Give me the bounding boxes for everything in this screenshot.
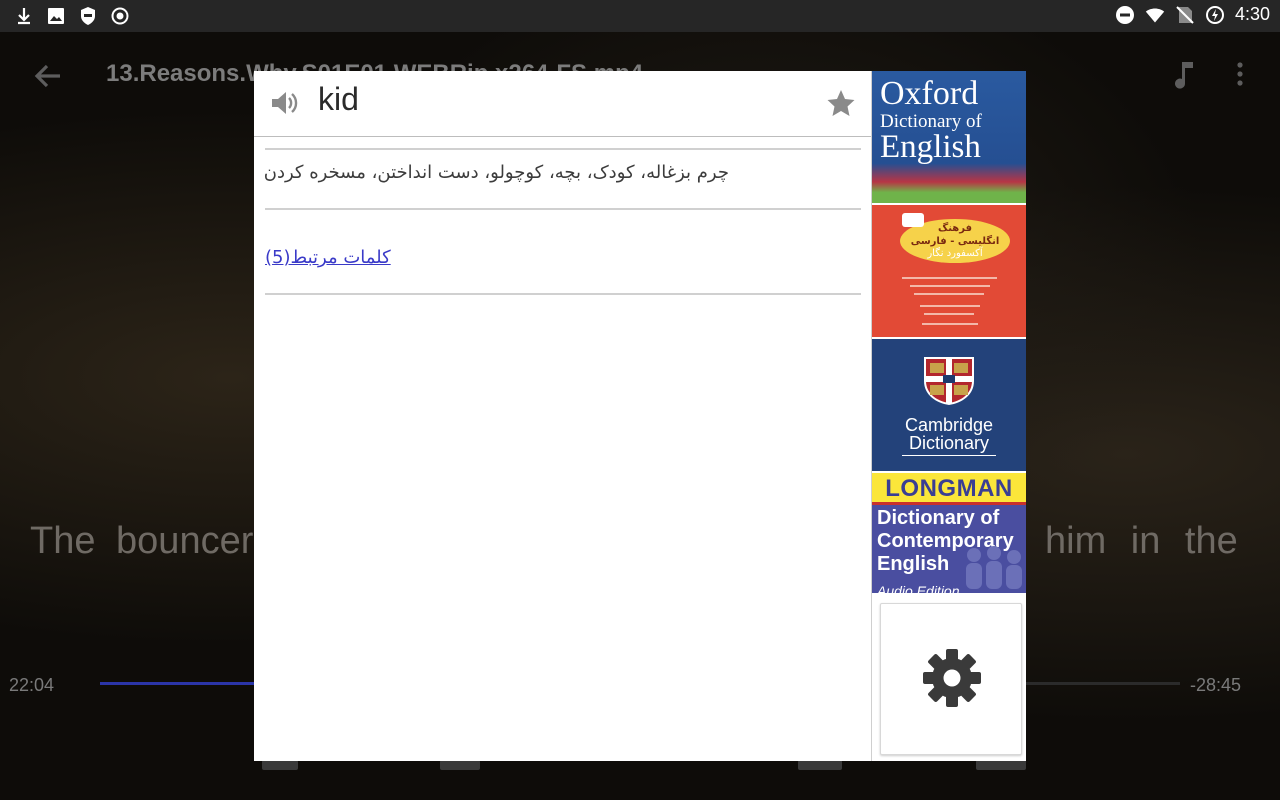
farsi-cover-line [920,305,980,307]
longman-banner: LONGMAN [872,473,1026,505]
related-words-link[interactable]: کلمات مرتبط(5) [265,247,391,268]
circle-record-icon [110,6,130,26]
player-control[interactable] [976,760,1026,770]
dictionary-list: Oxford Dictionary of English فرهنگ انگلی… [872,71,1026,761]
gear-icon [922,648,982,708]
player-control[interactable] [440,760,480,770]
longman-dictionary-button[interactable]: LONGMAN Dictionary of Contemporary Engli… [872,473,1026,593]
oxford-title-line3: English [880,129,981,165]
farsi-cover-line [922,323,978,325]
definition-text: چرم بزغاله، کودک، بچه، کوچولو، دست انداخ… [263,162,729,183]
farsi-title-line2: انگلیسی - فارسی [910,236,1000,247]
image-icon [46,6,66,26]
divider [265,148,861,150]
divider [265,208,861,210]
word-header: kid [254,71,871,137]
more-vert-icon[interactable] [1230,60,1250,90]
status-right-icons: 4:30 [1115,4,1270,25]
longman-title-line3: English [877,553,950,575]
shield-icon [78,6,98,26]
farsi-cover-line [914,293,984,295]
oxford-title-line1: Oxford [880,75,979,112]
dictionary-popup: kid چرم بزغاله، کودک، بچه، کوچولو، دست ا… [254,71,1026,761]
do-not-disturb-icon [1115,5,1135,25]
farsi-cover-line [902,277,997,279]
star-icon[interactable] [826,88,856,118]
farsi-cover-line [924,313,974,315]
status-left-icons [14,6,130,26]
wifi-icon [1145,5,1165,25]
headword: kid [318,81,359,117]
cambridge-title-line2: Dictionary [908,433,990,453]
longman-title-line4: Audio Edition [877,583,960,593]
music-note-icon[interactable] [1170,58,1198,90]
cambridge-underline [902,455,996,456]
status-bar: 4:30 [0,0,1280,32]
no-sim-icon [1175,5,1195,25]
farsi-title-line3: آکسفورد نگار [927,248,983,259]
settings-button[interactable] [880,603,1022,755]
player-control[interactable] [262,760,298,770]
longman-title-line1: Dictionary of [877,507,1000,529]
farsi-cover-line [910,285,990,287]
cambridge-dictionary-button[interactable]: Cambridge Dictionary [872,339,1026,471]
longman-people-graphic [966,546,1022,589]
longman-brand: LONGMAN [885,475,1013,502]
back-arrow-icon[interactable] [30,58,66,94]
player-control[interactable] [798,760,842,770]
remaining-time: -28:45 [1190,675,1242,695]
subtitle-text-right: him in the [1045,520,1238,562]
farsi-title-line1: فرهنگ [937,223,973,234]
battery-charging-icon [1205,5,1225,25]
definition-pane: kid چرم بزغاله، کودک، بچه، کوچولو، دست ا… [254,71,871,761]
farsi-dictionary-button[interactable]: فرهنگ انگلیسی - فارسی آکسفورد نگار [872,205,1026,337]
oxford-dictionary-button[interactable]: Oxford Dictionary of English [872,71,1026,203]
speaker-icon[interactable] [268,87,300,119]
clock: 4:30 [1234,4,1270,24]
cambridge-shield-icon [922,355,976,407]
current-time: 22:04 [9,675,55,695]
download-icon [14,6,34,26]
divider [265,293,861,295]
